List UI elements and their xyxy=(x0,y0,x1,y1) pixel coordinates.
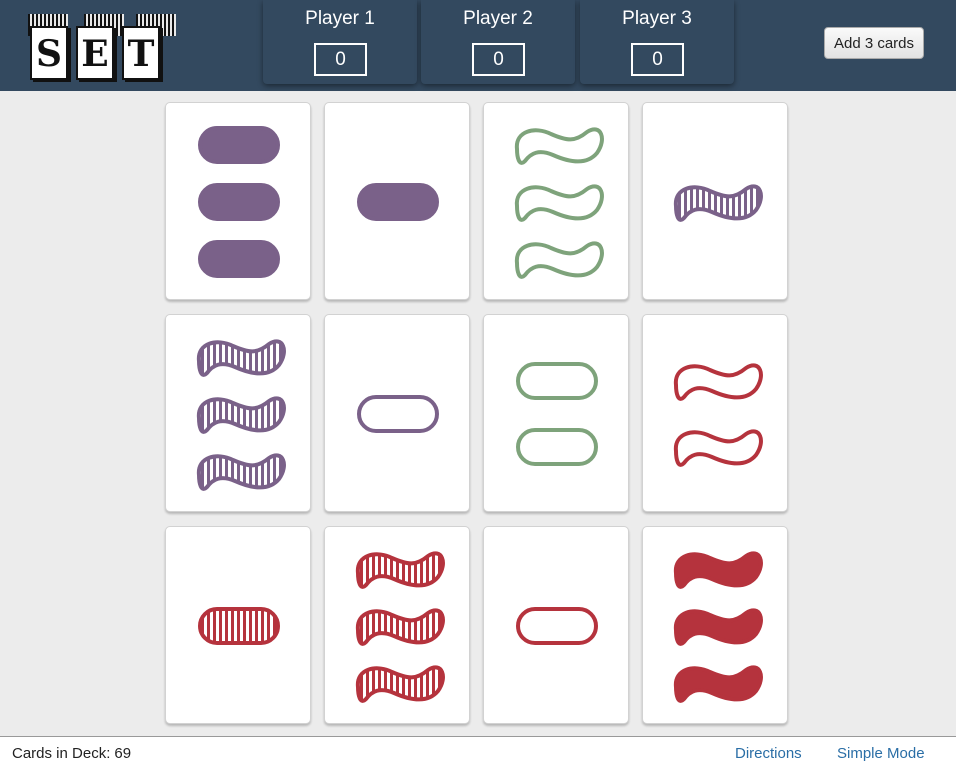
squiggle-symbol xyxy=(514,241,604,279)
logo-card: E xyxy=(76,26,114,80)
set-card[interactable] xyxy=(324,314,470,512)
deck-count: Cards in Deck: 69 xyxy=(12,745,131,762)
oval-symbol xyxy=(198,240,280,278)
oval-symbol xyxy=(357,395,439,433)
oval-symbol xyxy=(516,428,598,466)
oval-symbol xyxy=(516,362,598,400)
squiggle-symbol xyxy=(196,396,286,434)
simple-mode-link[interactable]: Simple Mode xyxy=(837,745,925,762)
squiggle-symbol xyxy=(196,339,286,377)
player-score: 0 xyxy=(631,43,684,76)
set-card[interactable] xyxy=(165,102,311,300)
set-card[interactable] xyxy=(483,526,629,724)
squiggle-symbol xyxy=(196,453,286,491)
set-card[interactable] xyxy=(324,526,470,724)
deck-count-label: Cards in Deck: xyxy=(12,745,111,762)
set-card[interactable] xyxy=(642,102,788,300)
logo-letter: E xyxy=(81,33,109,75)
set-logo: S E T xyxy=(24,4,176,84)
card-symbols xyxy=(673,184,763,222)
squiggle-symbol xyxy=(673,429,763,467)
set-card[interactable] xyxy=(642,314,788,512)
card-symbols xyxy=(514,127,604,279)
squiggle-symbol xyxy=(355,665,445,703)
squiggle-symbol xyxy=(673,665,763,703)
card-symbols xyxy=(357,395,439,433)
card-symbols xyxy=(355,551,445,703)
player-name: Player 3 xyxy=(622,8,692,29)
card-symbols xyxy=(516,607,598,645)
squiggle-symbol xyxy=(355,551,445,589)
set-card[interactable] xyxy=(165,526,311,724)
directions-link[interactable]: Directions xyxy=(735,745,802,762)
logo-card: T xyxy=(122,26,160,80)
card-symbols xyxy=(357,183,439,221)
logo-letter: T xyxy=(127,33,155,75)
set-card[interactable] xyxy=(165,314,311,512)
player-panel-3: Player 3 0 xyxy=(580,0,734,84)
oval-symbol xyxy=(357,183,439,221)
status-bar: Cards in Deck: 69 Directions Simple Mode xyxy=(0,736,956,768)
player-name: Player 2 xyxy=(463,8,533,29)
set-card[interactable] xyxy=(483,314,629,512)
player-score: 0 xyxy=(472,43,525,76)
player-panel-1: Player 1 0 xyxy=(263,0,417,84)
player-panel-2: Player 2 0 xyxy=(421,0,575,84)
add-3-cards-button[interactable]: Add 3 cards xyxy=(824,27,924,59)
squiggle-symbol xyxy=(514,127,604,165)
oval-symbol xyxy=(198,183,280,221)
squiggle-symbol xyxy=(673,608,763,646)
card-symbols xyxy=(516,362,598,466)
squiggle-symbol xyxy=(355,608,445,646)
logo-card: S xyxy=(30,26,68,80)
logo-letter: S xyxy=(36,33,62,75)
player-score: 0 xyxy=(314,43,367,76)
oval-symbol xyxy=(198,126,280,164)
set-card[interactable] xyxy=(483,102,629,300)
card-symbols xyxy=(198,126,280,278)
set-card[interactable] xyxy=(642,526,788,724)
squiggle-symbol xyxy=(673,184,763,222)
card-symbols xyxy=(673,363,763,467)
oval-symbol xyxy=(516,607,598,645)
set-card[interactable] xyxy=(324,102,470,300)
card-symbols xyxy=(673,551,763,703)
oval-symbol xyxy=(198,607,280,645)
squiggle-symbol xyxy=(673,363,763,401)
deck-count-value: 69 xyxy=(114,745,132,762)
top-bar: S E T Player 1 0 Player 2 0 Player 3 0 A… xyxy=(0,0,956,91)
card-symbols xyxy=(198,607,280,645)
squiggle-symbol xyxy=(673,551,763,589)
card-symbols xyxy=(196,339,286,491)
player-name: Player 1 xyxy=(305,8,375,29)
squiggle-symbol xyxy=(514,184,604,222)
